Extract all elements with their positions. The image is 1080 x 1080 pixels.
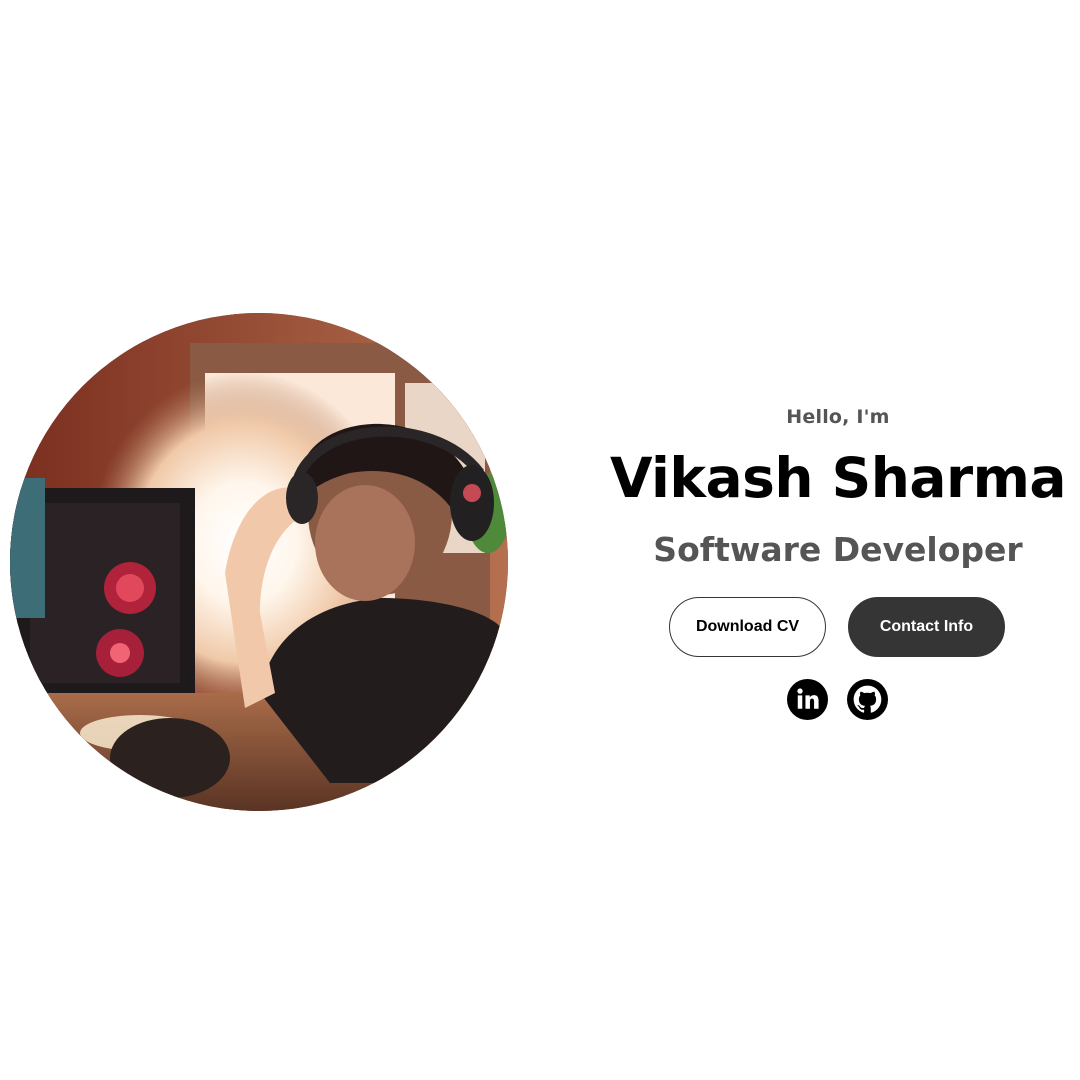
job-title: Software Developer xyxy=(653,530,1023,569)
page: Hello, I'm Vikash Sharma Software Develo… xyxy=(0,0,1080,1080)
profile-photo xyxy=(10,313,508,811)
hero-text: Hello, I'm Vikash Sharma Software Develo… xyxy=(596,400,1080,590)
download-cv-button[interactable]: Download CV xyxy=(669,597,826,657)
greeting-text: Hello, I'm xyxy=(786,406,890,428)
github-icon[interactable] xyxy=(847,679,888,720)
profile-photo-image xyxy=(10,313,508,811)
linkedin-icon[interactable] xyxy=(787,679,828,720)
contact-info-button[interactable]: Contact Info xyxy=(848,597,1005,657)
name-heading: Vikash Sharma xyxy=(609,446,1067,510)
